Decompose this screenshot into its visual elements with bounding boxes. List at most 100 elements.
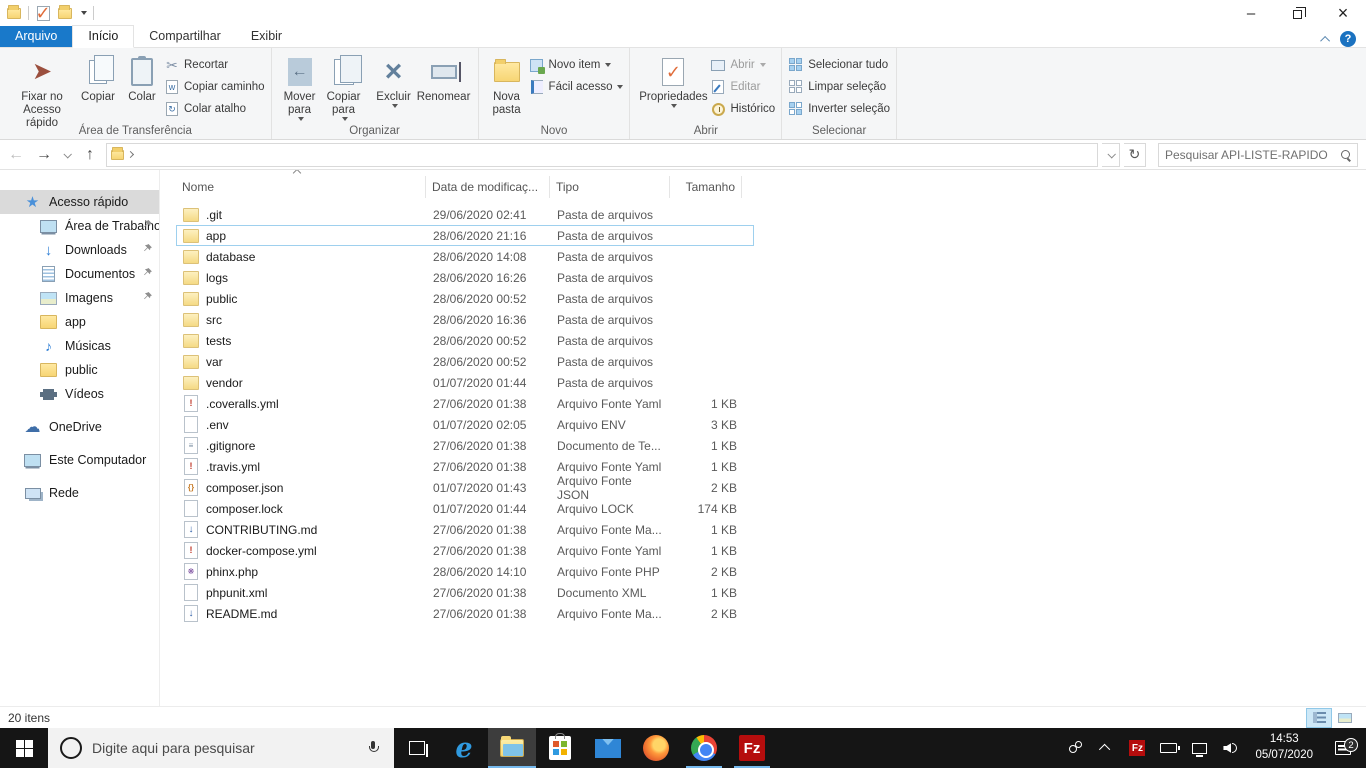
sidebar-item[interactable]: Acesso rápido: [0, 190, 159, 214]
power-status[interactable]: [1156, 734, 1180, 762]
taskbar-app-mail[interactable]: [584, 728, 632, 768]
search-box[interactable]: [1158, 142, 1358, 167]
new-item-button[interactable]: Novo item: [529, 56, 624, 74]
properties-button[interactable]: Propriedades: [636, 52, 710, 111]
start-button[interactable]: [0, 728, 48, 768]
sidebar-item[interactable]: Imagens: [0, 286, 159, 310]
sidebar-item[interactable]: Documentos: [0, 262, 159, 286]
sidebar-item[interactable]: Área de Trabalho: [0, 214, 159, 238]
file-row[interactable]: ≡ .gitignore 27/06/2020 01:38 Documento …: [176, 435, 754, 456]
help-icon[interactable]: ?: [1340, 31, 1356, 47]
delete-button[interactable]: × Excluir: [372, 52, 416, 111]
up-button[interactable]: ↑: [78, 143, 102, 167]
column-header-type[interactable]: Tipo: [550, 176, 670, 198]
minimize-button[interactable]: –: [1228, 0, 1274, 26]
column-header-name[interactable]: Nome: [176, 176, 426, 198]
show-hidden-icons-button[interactable]: [1094, 734, 1118, 762]
file-row[interactable]: var 28/06/2020 00:52 Pasta de arquivos: [176, 351, 754, 372]
task-view-button[interactable]: [394, 728, 440, 768]
copy-button[interactable]: Copiar: [76, 52, 120, 107]
easy-access-button[interactable]: Fácil acesso: [529, 78, 624, 96]
file-row[interactable]: src 28/06/2020 16:36 Pasta de arquivos: [176, 309, 754, 330]
column-header-size[interactable]: Tamanho: [670, 176, 742, 198]
file-row[interactable]: app 28/06/2020 21:16 Pasta de arquivos: [176, 225, 754, 246]
file-row[interactable]: tests 28/06/2020 00:52 Pasta de arquivos: [176, 330, 754, 351]
customize-qat-dropdown-icon[interactable]: [81, 11, 87, 15]
sidebar-item[interactable]: Rede: [0, 481, 159, 505]
select-all-button[interactable]: Selecionar tudo: [788, 56, 890, 74]
taskbar-app-edge[interactable]: e: [440, 728, 488, 768]
move-to-button[interactable]: Mover para: [278, 52, 322, 124]
refresh-button[interactable]: ↻: [1124, 142, 1146, 167]
file-row[interactable]: ↓ README.md 27/06/2020 01:38 Arquivo Fon…: [176, 603, 754, 624]
action-center-button[interactable]: 2: [1326, 738, 1360, 755]
sidebar-item[interactable]: Este Computador: [0, 448, 159, 472]
search-icon[interactable]: [1341, 149, 1351, 160]
history-button[interactable]: Histórico: [710, 100, 775, 118]
clear-selection-button[interactable]: Limpar seleção: [788, 78, 890, 96]
taskbar-app-explorer[interactable]: [488, 728, 536, 768]
invert-selection-button[interactable]: Inverter seleção: [788, 100, 890, 118]
address-bar[interactable]: [106, 142, 1098, 167]
people-button[interactable]: [1063, 734, 1087, 762]
new-folder-icon[interactable]: [57, 4, 73, 21]
file-row[interactable]: phpunit.xml 27/06/2020 01:38 Documento X…: [176, 582, 754, 603]
network-status[interactable]: [1187, 734, 1211, 762]
taskbar-app-chrome[interactable]: [680, 728, 728, 768]
file-row[interactable]: ! docker-compose.yml 27/06/2020 01:38 Ar…: [176, 540, 754, 561]
file-row[interactable]: composer.lock 01/07/2020 01:44 Arquivo L…: [176, 498, 754, 519]
clock[interactable]: 14:53 05/07/2020: [1249, 732, 1319, 763]
taskbar-search[interactable]: [48, 728, 394, 768]
taskbar-search-input[interactable]: [92, 740, 358, 756]
close-button[interactable]: ×: [1320, 0, 1366, 26]
tab-share[interactable]: Compartilhar: [134, 26, 236, 47]
file-row[interactable]: .env 01/07/2020 02:05 Arquivo ENV 3 KB: [176, 414, 754, 435]
restore-button[interactable]: [1274, 0, 1320, 26]
sidebar-item[interactable]: Vídeos: [0, 382, 159, 406]
file-row[interactable]: database 28/06/2020 14:08 Pasta de arqui…: [176, 246, 754, 267]
file-row[interactable]: ❋ phinx.php 28/06/2020 14:10 Arquivo Fon…: [176, 561, 754, 582]
pin-to-quick-access-button[interactable]: ➤ Fixar no Acesso rápido: [8, 52, 76, 134]
file-row[interactable]: ↓ CONTRIBUTING.md 27/06/2020 01:38 Arqui…: [176, 519, 754, 540]
sidebar-item[interactable]: app: [0, 310, 159, 334]
copy-path-button[interactable]: Copiar caminho: [164, 78, 265, 96]
rename-button[interactable]: Renomear: [416, 52, 472, 107]
taskbar-app-firefox[interactable]: [632, 728, 680, 768]
cut-button[interactable]: ✂ Recortar: [164, 56, 265, 74]
taskbar-app-store[interactable]: [536, 728, 584, 768]
paste-shortcut-button[interactable]: Colar atalho: [164, 100, 265, 118]
thumbnails-view-button[interactable]: [1332, 708, 1358, 728]
sidebar-item[interactable]: OneDrive: [0, 415, 159, 439]
explorer-folder-icon[interactable]: [6, 4, 22, 21]
sidebar-item[interactable]: public: [0, 358, 159, 382]
file-row[interactable]: ! .coveralls.yml 27/06/2020 01:38 Arquiv…: [176, 393, 754, 414]
sidebar-item[interactable]: Músicas: [0, 334, 159, 358]
file-row[interactable]: .git 29/06/2020 02:41 Pasta de arquivos: [176, 204, 754, 225]
file-row[interactable]: vendor 01/07/2020 01:44 Pasta de arquivo…: [176, 372, 754, 393]
details-view-button[interactable]: [1306, 707, 1332, 728]
address-dropdown-button[interactable]: [1102, 142, 1120, 167]
taskbar-app-filezilla[interactable]: Fz: [728, 728, 776, 768]
tray-filezilla[interactable]: Fz: [1125, 734, 1149, 762]
forward-button[interactable]: →: [32, 143, 56, 167]
open-button[interactable]: Abrir: [710, 56, 775, 74]
sidebar-item[interactable]: Downloads: [0, 238, 159, 262]
recent-locations-dropdown[interactable]: [60, 143, 74, 167]
copy-to-button[interactable]: Copiar para: [322, 52, 366, 124]
new-folder-button[interactable]: Nova pasta: [485, 52, 529, 120]
tab-file[interactable]: Arquivo: [0, 26, 73, 47]
properties-icon[interactable]: [35, 5, 51, 21]
paste-button[interactable]: Colar: [120, 52, 164, 107]
tab-home[interactable]: Início: [72, 25, 135, 48]
file-row[interactable]: public 28/06/2020 00:52 Pasta de arquivo…: [176, 288, 754, 309]
back-button[interactable]: ←: [4, 143, 28, 167]
volume-control[interactable]: [1218, 734, 1242, 762]
file-row[interactable]: logs 28/06/2020 16:26 Pasta de arquivos: [176, 267, 754, 288]
file-row[interactable]: {} composer.json 01/07/2020 01:43 Arquiv…: [176, 474, 754, 502]
tab-view[interactable]: Exibir: [236, 26, 297, 47]
microphone-icon[interactable]: [368, 741, 379, 755]
collapse-ribbon-icon[interactable]: [1320, 35, 1331, 46]
column-header-date[interactable]: Data de modificaç...: [426, 176, 550, 198]
edit-button[interactable]: Editar: [710, 78, 775, 96]
breadcrumb-chevron-icon[interactable]: [126, 150, 135, 159]
